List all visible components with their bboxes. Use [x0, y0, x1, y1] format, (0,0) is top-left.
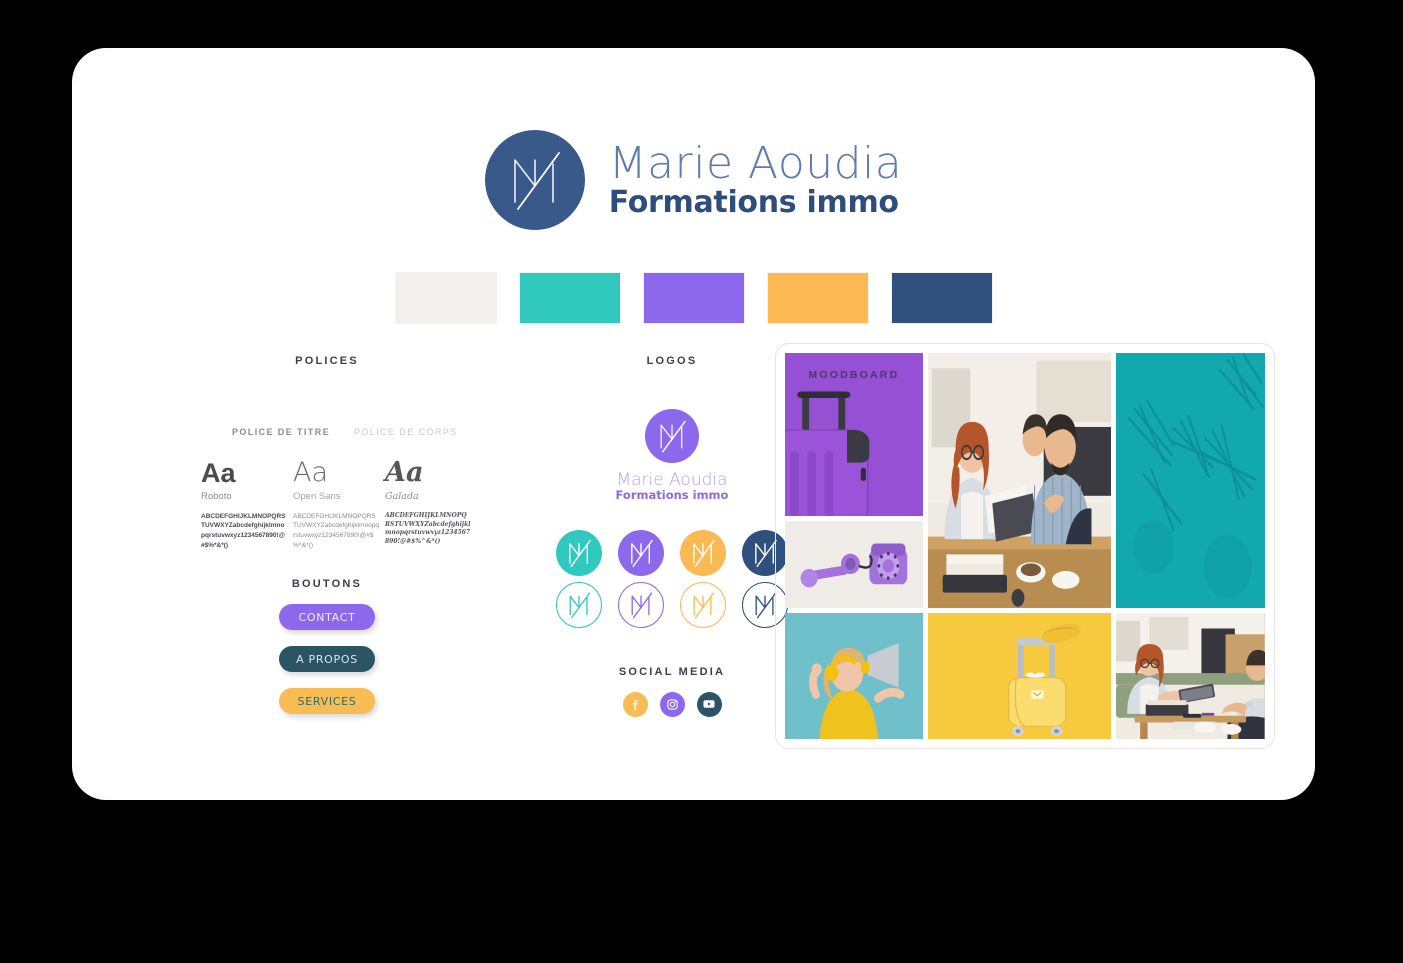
facebook-icon[interactable] [622, 691, 648, 717]
specimen-name: Roboto [201, 491, 232, 503]
instagram-icon[interactable] [659, 691, 685, 717]
specimen-sample: Aa [293, 457, 329, 488]
a-propos-button[interactable]: A PROPOS [279, 646, 375, 673]
logo-teal-outline [556, 581, 602, 628]
color-palette [72, 273, 1315, 323]
m-monogram-icon [693, 591, 715, 618]
brand-name-line2: Formations immo [608, 185, 899, 220]
m-monogram-icon [693, 539, 715, 567]
contact-button[interactable]: CONTACT [279, 604, 375, 631]
yellow-suitcase-illustration [927, 612, 1112, 739]
logos-section: LOGOS Marie Aoudia Formations immo SOCIA… [527, 355, 817, 717]
youtube-icon[interactable] [696, 691, 722, 717]
m-monogram-icon [631, 591, 653, 618]
police-de-titre-label: POLICE DE TITRE [232, 427, 331, 437]
office-consult-illustration [1116, 612, 1265, 739]
meeting-photo [927, 353, 1112, 608]
social-media-icons [527, 691, 817, 717]
m-monogram-icon [660, 420, 686, 453]
logo-orange-outline [680, 581, 726, 628]
specimen-sample: Aa [385, 457, 424, 488]
font-specimen-list: Aa Roboto ABCDEFGHIJKLMNOPQRSTUVWXYZabcd… [167, 457, 487, 550]
retro-phone-illustration [785, 521, 923, 608]
polices-title: POLICES [295, 355, 359, 367]
primary-logo-purple [645, 409, 699, 463]
specimen-glyphs: ABCDEFGHIJKLMNOPQRSTUVWXYZabcdefghijklmn… [201, 512, 286, 549]
brand-header: Marie Aoudia Formations immo [72, 130, 1315, 230]
boutons-title: BOUTONS [291, 578, 363, 591]
specimen-name: Galada [385, 491, 419, 503]
police-de-corps-label: POLICE DE CORPS [354, 427, 458, 437]
specimen-glyphs: ABCDEFGHIJKLMNOPQRSTUVWXYZabcdefghijklmn… [293, 512, 379, 549]
button-styles-list: CONTACT A PROPOS SERVICES [167, 604, 487, 715]
font-specimen-open-sans: Aa Open Sans ABCDEFGHIJKLMNOPQRSTUVWXYZa… [293, 457, 385, 550]
m-monogram-icon [569, 539, 591, 567]
moodboard-grid: MOODBOARD [785, 353, 1265, 739]
logo-purple-filled [618, 529, 664, 576]
office-consult-photo [1116, 612, 1265, 739]
meeting-illustration [927, 353, 1112, 608]
logo-name-line1: Marie Aoudia [616, 470, 728, 490]
services-button[interactable]: SERVICES [279, 688, 375, 715]
megaphone-woman-illustration [785, 612, 923, 739]
palm-shadow-illustration [1116, 353, 1265, 608]
specimen-glyphs: ABCDEFGHIJKLMNOPQRSTUVWXYZabcdefghijklmn… [385, 511, 471, 546]
moodboard-panel: MOODBOARD [775, 343, 1275, 749]
retro-phone-photo [785, 521, 923, 608]
m-monogram-icon [513, 152, 560, 210]
m-monogram-icon [569, 591, 591, 618]
primary-logo-wordmark: Marie Aoudia Formations immo [616, 472, 729, 502]
teal-texture-photo [1116, 353, 1265, 608]
specimen-name: Open Sans [293, 491, 341, 503]
logo-orange-filled [680, 529, 726, 576]
typography-section: POLICES POLICE DE TITRE POLICE DE CORPS … [167, 355, 487, 715]
font-specimen-roboto: Aa Roboto ABCDEFGHIJKLMNOPQRSTUVWXYZabcd… [201, 459, 293, 550]
font-specimen-galada: Aa Galada ABCDEFGHIJKLMNOPQRSTUVWXYZabcd… [385, 457, 477, 550]
logos-title: LOGOS [646, 355, 698, 367]
logo-purple-outline [618, 581, 664, 628]
purple-suitcase-photo: MOODBOARD [785, 353, 923, 517]
swatch-navy [891, 273, 992, 323]
m-monogram-icon [631, 539, 653, 567]
logo-name-line2: Formations immo [615, 488, 729, 502]
specimen-sample: Aa [201, 458, 236, 488]
social-media-title: SOCIAL MEDIA [618, 665, 726, 678]
font-kind-labels: POLICE DE TITRE POLICE DE CORPS [167, 427, 487, 447]
primary-logo-mark [484, 130, 585, 230]
logo-variations-grid [527, 529, 817, 634]
brand-wordmark: Marie Aoudia Formations immo [609, 142, 903, 218]
logo-teal-filled [556, 529, 602, 576]
yellow-suitcase-photo [927, 612, 1112, 739]
primary-logo-block: Marie Aoudia Formations immo [527, 409, 817, 502]
swatch-cream [395, 273, 496, 323]
brand-board-card: Marie Aoudia Formations immo POLICES POL… [72, 48, 1315, 800]
moodboard-label: MOODBOARD [808, 369, 900, 381]
brand-name-line1: Marie Aoudia [608, 138, 903, 189]
megaphone-woman-photo [785, 612, 923, 739]
swatch-orange [767, 273, 868, 323]
swatch-teal [519, 273, 620, 323]
swatch-purple [643, 273, 744, 323]
